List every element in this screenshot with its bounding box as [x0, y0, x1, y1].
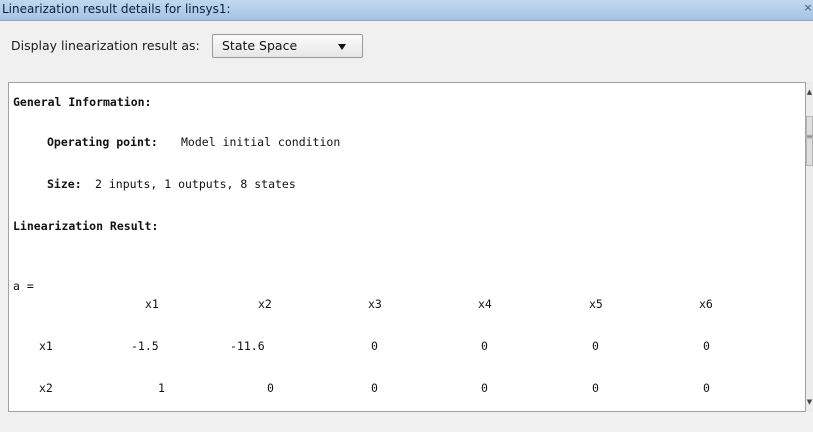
- general-info-heading: General Information:: [13, 95, 152, 109]
- matrix-cell: 0: [592, 381, 599, 395]
- scroll-up-arrow-icon[interactable]: ▲: [806, 88, 813, 96]
- matrix-column-header: x2: [258, 297, 272, 311]
- matrix-column-header: x6: [699, 297, 713, 311]
- scrollbar-thumb[interactable]: [806, 116, 813, 166]
- display-format-label: Display linearization result as:: [11, 38, 200, 53]
- bottom-strip: [0, 414, 813, 432]
- chevron-down-icon: [338, 44, 346, 50]
- scroll-grip-icon: ≡: [806, 132, 813, 141]
- linearization-result-heading: Linearization Result:: [13, 219, 159, 233]
- operating-point-label: Operating point:: [47, 135, 158, 149]
- matrix-cell: 0: [703, 339, 710, 353]
- size-label: Size:: [47, 177, 82, 191]
- window-title: Linearization result details for linsys1…: [2, 2, 231, 16]
- matrix-cell: 0: [371, 381, 378, 395]
- matrix-cell: 1: [158, 381, 165, 395]
- matrix-column-header: x4: [478, 297, 492, 311]
- scroll-down-arrow-icon[interactable]: ▼: [806, 398, 813, 406]
- matrix-cell: 0: [592, 339, 599, 353]
- title-bar: Linearization result details for linsys1…: [0, 0, 813, 21]
- matrix-column-header: x5: [589, 297, 603, 311]
- matrix-cell: 0: [481, 339, 488, 353]
- matrix-name: a =: [13, 279, 34, 293]
- size-value: 2 inputs, 1 outputs, 8 states: [95, 177, 296, 191]
- matrix-cell: 0: [371, 339, 378, 353]
- matrix-cell: -11.6: [230, 339, 265, 353]
- linearization-details-panel: Linearization result details for linsys1…: [0, 0, 813, 432]
- matrix-row-label: x2: [39, 381, 53, 395]
- matrix-cell: 0: [267, 381, 274, 395]
- operating-point-value: Model initial condition: [181, 135, 341, 149]
- matrix-cell: 0: [703, 381, 710, 395]
- matrix-column-header: x3: [368, 297, 382, 311]
- display-format-selected: State Space: [222, 38, 298, 53]
- display-format-dropdown[interactable]: State Space: [212, 34, 363, 58]
- result-text-area[interactable]: General Information: Operating point: Mo…: [8, 82, 806, 412]
- matrix-cell: 0: [481, 381, 488, 395]
- matrix-cell: -1.5: [131, 339, 159, 353]
- close-icon[interactable]: ×: [803, 1, 813, 14]
- matrix-row-label: x1: [39, 339, 53, 353]
- matrix-column-header: x1: [145, 297, 159, 311]
